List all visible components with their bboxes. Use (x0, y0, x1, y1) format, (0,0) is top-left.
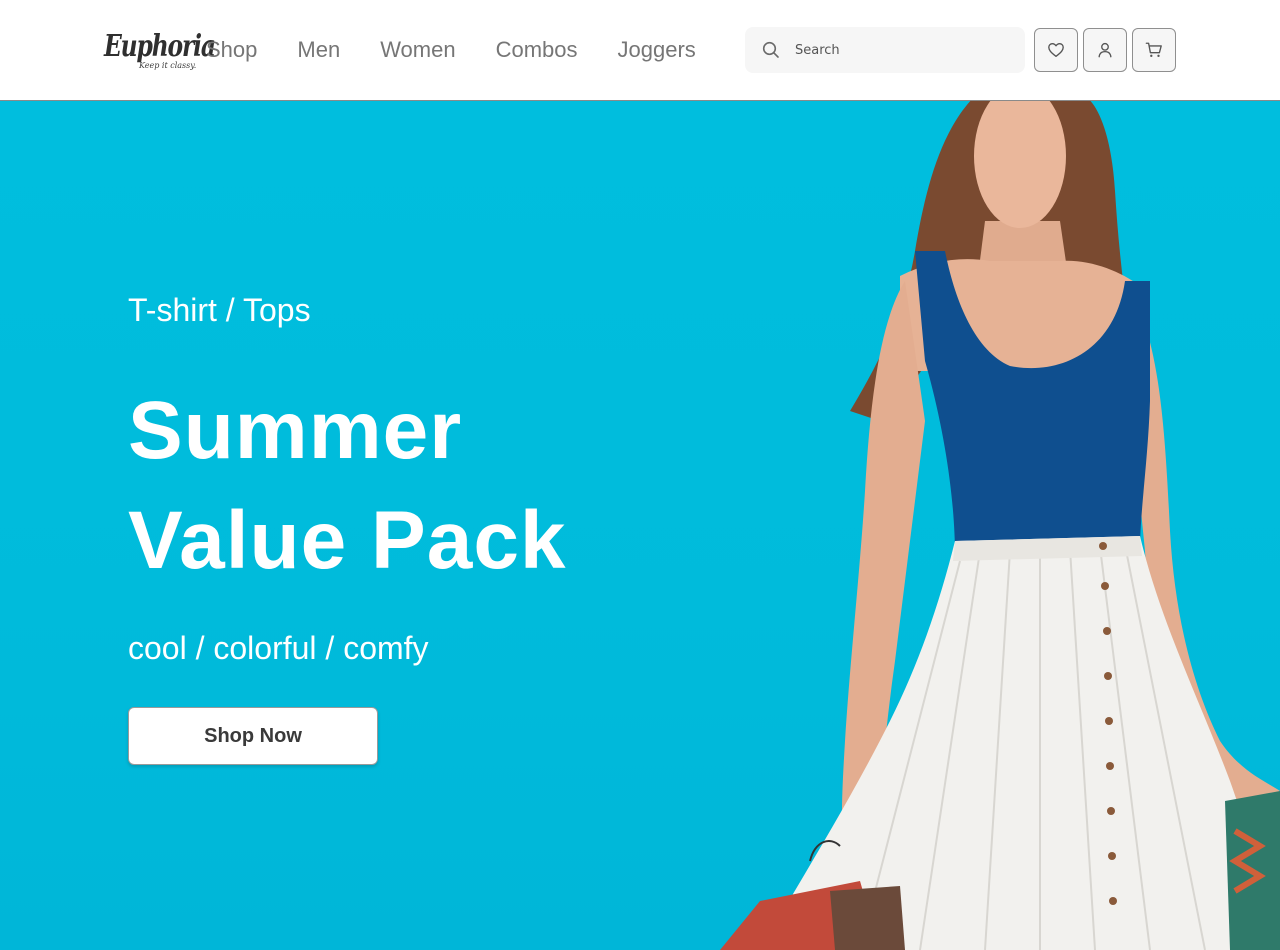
nav-item-combos[interactable]: Combos (496, 36, 578, 64)
search-box (745, 27, 1025, 73)
main-nav: Shop Men Women Combos Joggers (206, 36, 736, 64)
brand-tagline: Keep it classy. (139, 61, 197, 70)
cart-button[interactable] (1132, 28, 1176, 72)
nav-item-women[interactable]: Women (380, 36, 455, 64)
cart-icon (1145, 42, 1162, 58)
user-icon (1098, 42, 1112, 58)
hero-banner: T-shirt / Tops Summer Value Pack cool / … (0, 101, 1280, 950)
hero-category: T-shirt / Tops (128, 292, 311, 328)
account-button[interactable] (1083, 28, 1127, 72)
brand-logo[interactable]: Euphoria Keep it classy. (104, 30, 216, 74)
nav-item-men[interactable]: Men (297, 36, 340, 64)
wishlist-button[interactable] (1034, 28, 1078, 72)
hero-title-line-1: Summer (128, 385, 463, 476)
hero-title-line-2: Value Pack (128, 495, 567, 586)
site-header: Euphoria Keep it classy. Shop Men Women … (0, 0, 1280, 101)
shop-now-button[interactable]: Shop Now (128, 707, 378, 765)
nav-item-joggers[interactable]: Joggers (618, 36, 696, 64)
search-icon[interactable] (761, 40, 781, 60)
heart-icon (1048, 43, 1064, 57)
nav-item-shop[interactable]: Shop (206, 36, 257, 64)
brand-logo-wordmark: Euphoria (104, 29, 216, 64)
hero-subtitle: cool / colorful / comfy (128, 630, 429, 666)
hero-title: Summer Value Pack (128, 376, 567, 596)
search-input[interactable] (795, 27, 1015, 73)
